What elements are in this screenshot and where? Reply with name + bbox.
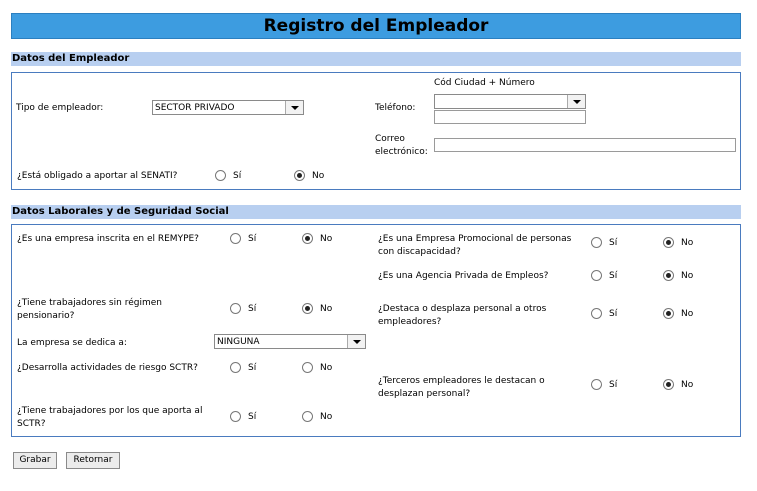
terceros-no-radio[interactable] <box>663 379 674 390</box>
page-title: Registro del Empleador <box>11 13 741 39</box>
promocional-question-line2: con discapacidad? <box>378 247 461 257</box>
promocional-si-label: Sí <box>609 238 618 248</box>
terceros-question-line2: desplazan personal? <box>378 389 471 399</box>
sctr-no-radio[interactable] <box>302 362 313 373</box>
aporta-sctr-question-line1: ¿Tiene trabajadores por los que aporta a… <box>17 406 203 416</box>
tipo-empleador-value: SECTOR PRIVADO <box>155 103 235 113</box>
dedica-select[interactable]: NINGUNA <box>214 334 366 349</box>
correo-label-line1: Correo <box>375 134 405 144</box>
grabar-button[interactable]: Grabar <box>13 452 57 469</box>
destaca-no-radio[interactable] <box>663 308 674 319</box>
aporta-sctr-si-radio[interactable] <box>230 411 241 422</box>
telefono-label: Teléfono: <box>375 103 416 113</box>
sin-regimen-si-label: Sí <box>248 304 257 314</box>
terceros-si-radio[interactable] <box>591 379 602 390</box>
sctr-no-label: No <box>320 363 333 373</box>
cod-ciudad-select[interactable] <box>434 94 586 109</box>
sin-regimen-no-label: No <box>320 304 333 314</box>
tipo-empleador-label: Tipo de empleador: <box>16 103 104 113</box>
promocional-question-line1: ¿Es una Empresa Promocional de personas <box>378 234 572 244</box>
sin-regimen-question-line2: pensionario? <box>17 311 75 321</box>
remype-no-label: No <box>320 234 333 244</box>
senati-si-radio[interactable] <box>215 170 226 181</box>
agencia-no-label: No <box>681 271 694 281</box>
destaca-question-line1: ¿Destaca o desplaza personal a otros <box>378 304 547 314</box>
destaca-question-line2: empleadores? <box>378 317 442 327</box>
correo-input[interactable] <box>434 138 736 152</box>
dedica-label: La empresa se dedica a: <box>17 338 127 348</box>
chevron-down-icon[interactable] <box>285 101 303 114</box>
remype-question: ¿Es una empresa inscrita en el REMYPE? <box>17 234 199 244</box>
agencia-question: ¿Es una Agencia Privada de Empleos? <box>378 271 549 281</box>
retornar-button[interactable]: Retornar <box>66 452 120 469</box>
destaca-si-label: Sí <box>609 309 618 319</box>
chevron-down-icon[interactable] <box>347 335 365 348</box>
senati-question: ¿Está obligado a aportar al SENATI? <box>17 171 178 181</box>
promocional-si-radio[interactable] <box>591 237 602 248</box>
remype-no-radio[interactable] <box>302 233 313 244</box>
senati-no-radio[interactable] <box>294 170 305 181</box>
remype-si-radio[interactable] <box>230 233 241 244</box>
terceros-si-label: Sí <box>609 380 618 390</box>
correo-label-line2: electrónico: <box>375 147 428 157</box>
promocional-no-label: No <box>681 238 694 248</box>
sctr-si-radio[interactable] <box>230 362 241 373</box>
sin-regimen-no-radio[interactable] <box>302 303 313 314</box>
promocional-no-radio[interactable] <box>663 237 674 248</box>
destaca-no-label: No <box>681 309 694 319</box>
dedica-value: NINGUNA <box>217 337 260 347</box>
chevron-down-icon[interactable] <box>567 95 585 108</box>
aporta-sctr-si-label: Sí <box>248 412 257 422</box>
aporta-sctr-no-label: No <box>320 412 333 422</box>
section-header-datos-laborales: Datos Laborales y de Seguridad Social <box>11 205 741 219</box>
sin-regimen-si-radio[interactable] <box>230 303 241 314</box>
destaca-si-radio[interactable] <box>591 308 602 319</box>
terceros-question-line1: ¿Terceros empleadores le destacan o <box>378 376 545 386</box>
senati-si-label: Sí <box>233 171 242 181</box>
senati-no-label: No <box>312 171 325 181</box>
agencia-si-radio[interactable] <box>591 270 602 281</box>
sctr-si-label: Sí <box>248 363 257 373</box>
cod-ciudad-label: Cód Ciudad + Número <box>434 78 535 88</box>
aporta-sctr-no-radio[interactable] <box>302 411 313 422</box>
agencia-si-label: Sí <box>609 271 618 281</box>
sctr-question: ¿Desarrolla actividades de riesgo SCTR? <box>17 363 198 373</box>
telefono-input[interactable] <box>434 110 586 124</box>
agencia-no-radio[interactable] <box>663 270 674 281</box>
terceros-no-label: No <box>681 380 694 390</box>
section-header-datos-empleador: Datos del Empleador <box>11 52 741 66</box>
tipo-empleador-select[interactable]: SECTOR PRIVADO <box>152 100 304 115</box>
aporta-sctr-question-line2: SCTR? <box>17 419 46 429</box>
sin-regimen-question-line1: ¿Tiene trabajadores sin régimen <box>17 298 162 308</box>
remype-si-label: Sí <box>248 234 257 244</box>
